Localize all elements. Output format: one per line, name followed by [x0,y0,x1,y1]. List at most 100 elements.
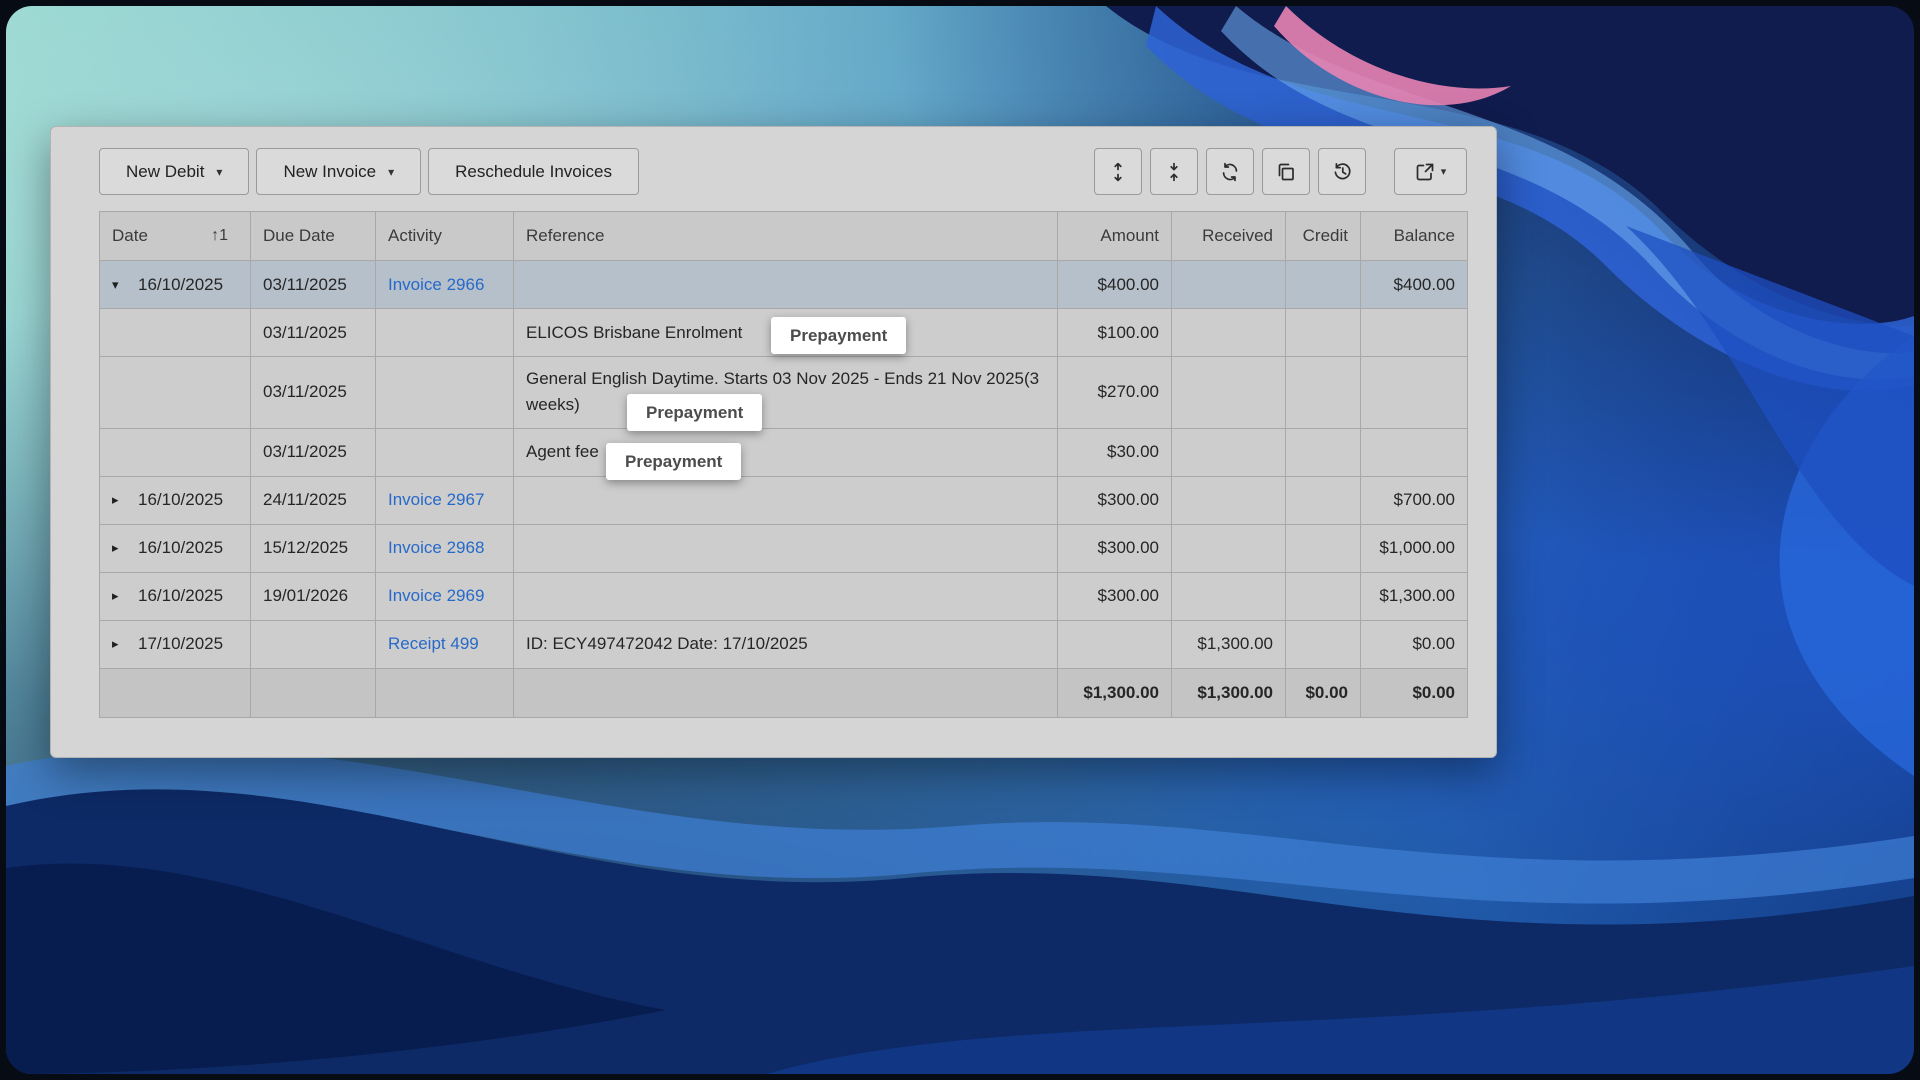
chevron-down-icon: ▾ [1441,165,1447,178]
prepayment-badge[interactable]: Prepayment [627,394,762,431]
amount-cell: $100.00 [1058,309,1172,357]
activity-link[interactable]: Invoice 2966 [388,275,484,294]
reference-cell: General English Daytime. Starts 03 Nov 2… [514,357,1058,429]
amount-cell: $300.00 [1058,476,1172,524]
table-totals-row: $1,300.00 $1,300.00 $0.00 $0.00 [100,668,1468,717]
history-button[interactable] [1318,148,1366,195]
table-row-fee-general-english[interactable]: 03/11/2025 General English Daytime. Star… [100,357,1468,429]
received-cell [1172,524,1286,572]
column-header-received[interactable]: Received [1172,212,1286,261]
due-date-cell: 19/01/2026 [251,572,376,620]
credit-cell [1286,524,1361,572]
refresh-button[interactable] [1206,148,1254,195]
row-expander-icon[interactable]: ▸ [112,540,138,556]
balance-cell: $700.00 [1361,476,1468,524]
amount-cell: $300.00 [1058,572,1172,620]
row-expander-icon[interactable]: ▸ [112,492,138,508]
collapse-all-rows-button[interactable] [1150,148,1198,195]
received-cell [1172,572,1286,620]
activity-link[interactable]: Invoice 2968 [388,538,484,557]
reference-cell: ID: ECY497472042 Date: 17/10/2025 [514,620,1058,668]
column-header-date[interactable]: Date ↑1 [100,212,251,261]
activity-link[interactable]: Receipt 499 [388,634,479,653]
column-header-balance[interactable]: Balance [1361,212,1468,261]
column-header-due-date[interactable]: Due Date [251,212,376,261]
credit-cell [1286,572,1361,620]
table-row-receipt-499[interactable]: ▸17/10/2025 Receipt 499 ID: ECY497472042… [100,620,1468,668]
amount-cell [1058,620,1172,668]
column-header-activity[interactable]: Activity [376,212,514,261]
date-cell: 17/10/2025 [138,634,223,654]
toolbar: New Debit ▾ New Invoice ▾ Reschedule Inv… [99,148,1467,195]
due-date-cell: 24/11/2025 [251,476,376,524]
due-date-cell: 03/11/2025 [251,428,376,476]
table-row-fee-agent-fee[interactable]: 03/11/2025 Agent fee $30.00 [100,428,1468,476]
due-date-cell: 03/11/2025 [251,261,376,309]
received-cell [1172,476,1286,524]
amount-cell: $400.00 [1058,261,1172,309]
reference-cell [514,261,1058,309]
new-debit-button[interactable]: New Debit ▾ [99,148,249,195]
row-expander-icon[interactable]: ▸ [112,636,138,652]
due-date-cell: 03/11/2025 [251,357,376,429]
history-icon [1332,161,1353,182]
activity-link[interactable]: Invoice 2969 [388,586,484,605]
amount-cell: $30.00 [1058,428,1172,476]
received-cell: $1,300.00 [1172,620,1286,668]
date-cell: 16/10/2025 [138,538,223,558]
prepayment-badge[interactable]: Prepayment [606,443,741,480]
reference-cell [514,524,1058,572]
column-header-credit[interactable]: Credit [1286,212,1361,261]
balance-cell: $1,000.00 [1361,524,1468,572]
expand-all-rows-button[interactable] [1094,148,1142,195]
balance-cell: $400.00 [1361,261,1468,309]
toolbar-right-group: ▾ [1094,148,1467,195]
table-row-invoice-2968[interactable]: ▸16/10/2025 15/12/2025 Invoice 2968 $300… [100,524,1468,572]
sort-indicator: ↑1 [211,227,228,245]
due-date-cell [251,620,376,668]
table-row-invoice-2969[interactable]: ▸16/10/2025 19/01/2026 Invoice 2969 $300… [100,572,1468,620]
student-finance-window: New Debit ▾ New Invoice ▾ Reschedule Inv… [50,126,1497,758]
amount-cell: $270.00 [1058,357,1172,429]
activity-link[interactable]: Invoice 2967 [388,490,484,509]
date-cell: 16/10/2025 [138,275,223,295]
refresh-icon [1220,162,1240,182]
toolbar-left-group: New Debit ▾ New Invoice ▾ Reschedule Inv… [99,148,639,195]
reference-cell: Agent fee [514,428,1058,476]
chevron-down-icon: ▾ [216,165,222,179]
credit-cell [1286,620,1361,668]
copy-icon [1276,162,1296,182]
balance-cell: $1,300.00 [1361,572,1468,620]
due-date-cell: 15/12/2025 [251,524,376,572]
amount-cell: $300.00 [1058,524,1172,572]
balance-cell: $0.00 [1361,620,1468,668]
reference-cell [514,476,1058,524]
due-date-cell: 03/11/2025 [251,309,376,357]
table-row-invoice-2966[interactable]: ▾16/10/2025 03/11/2025 Invoice 2966 $400… [100,261,1468,309]
credit-cell [1286,476,1361,524]
reference-cell [514,572,1058,620]
total-credit: $0.00 [1286,668,1361,717]
date-cell: 16/10/2025 [138,586,223,606]
export-icon [1415,162,1435,182]
reschedule-invoices-button[interactable]: Reschedule Invoices [428,148,639,195]
table-header-row: Date ↑1 Due Date Activity Reference Amou… [100,212,1468,261]
received-cell [1172,261,1286,309]
chevron-down-icon: ▾ [388,165,394,179]
expand-rows-icon [1108,162,1128,182]
column-header-amount[interactable]: Amount [1058,212,1172,261]
collapse-rows-icon [1164,162,1184,182]
transactions-table: Date ↑1 Due Date Activity Reference Amou… [99,211,1468,718]
date-cell: 16/10/2025 [138,490,223,510]
row-expander-icon[interactable]: ▸ [112,588,138,604]
row-expander-icon[interactable]: ▾ [112,277,138,293]
total-amount: $1,300.00 [1058,668,1172,717]
column-header-reference[interactable]: Reference [514,212,1058,261]
total-received: $1,300.00 [1172,668,1286,717]
export-button[interactable]: ▾ [1394,148,1467,195]
credit-cell [1286,261,1361,309]
prepayment-badge[interactable]: Prepayment [771,317,906,354]
copy-button[interactable] [1262,148,1310,195]
new-invoice-button[interactable]: New Invoice ▾ [256,148,421,195]
table-row-invoice-2967[interactable]: ▸16/10/2025 24/11/2025 Invoice 2967 $300… [100,476,1468,524]
